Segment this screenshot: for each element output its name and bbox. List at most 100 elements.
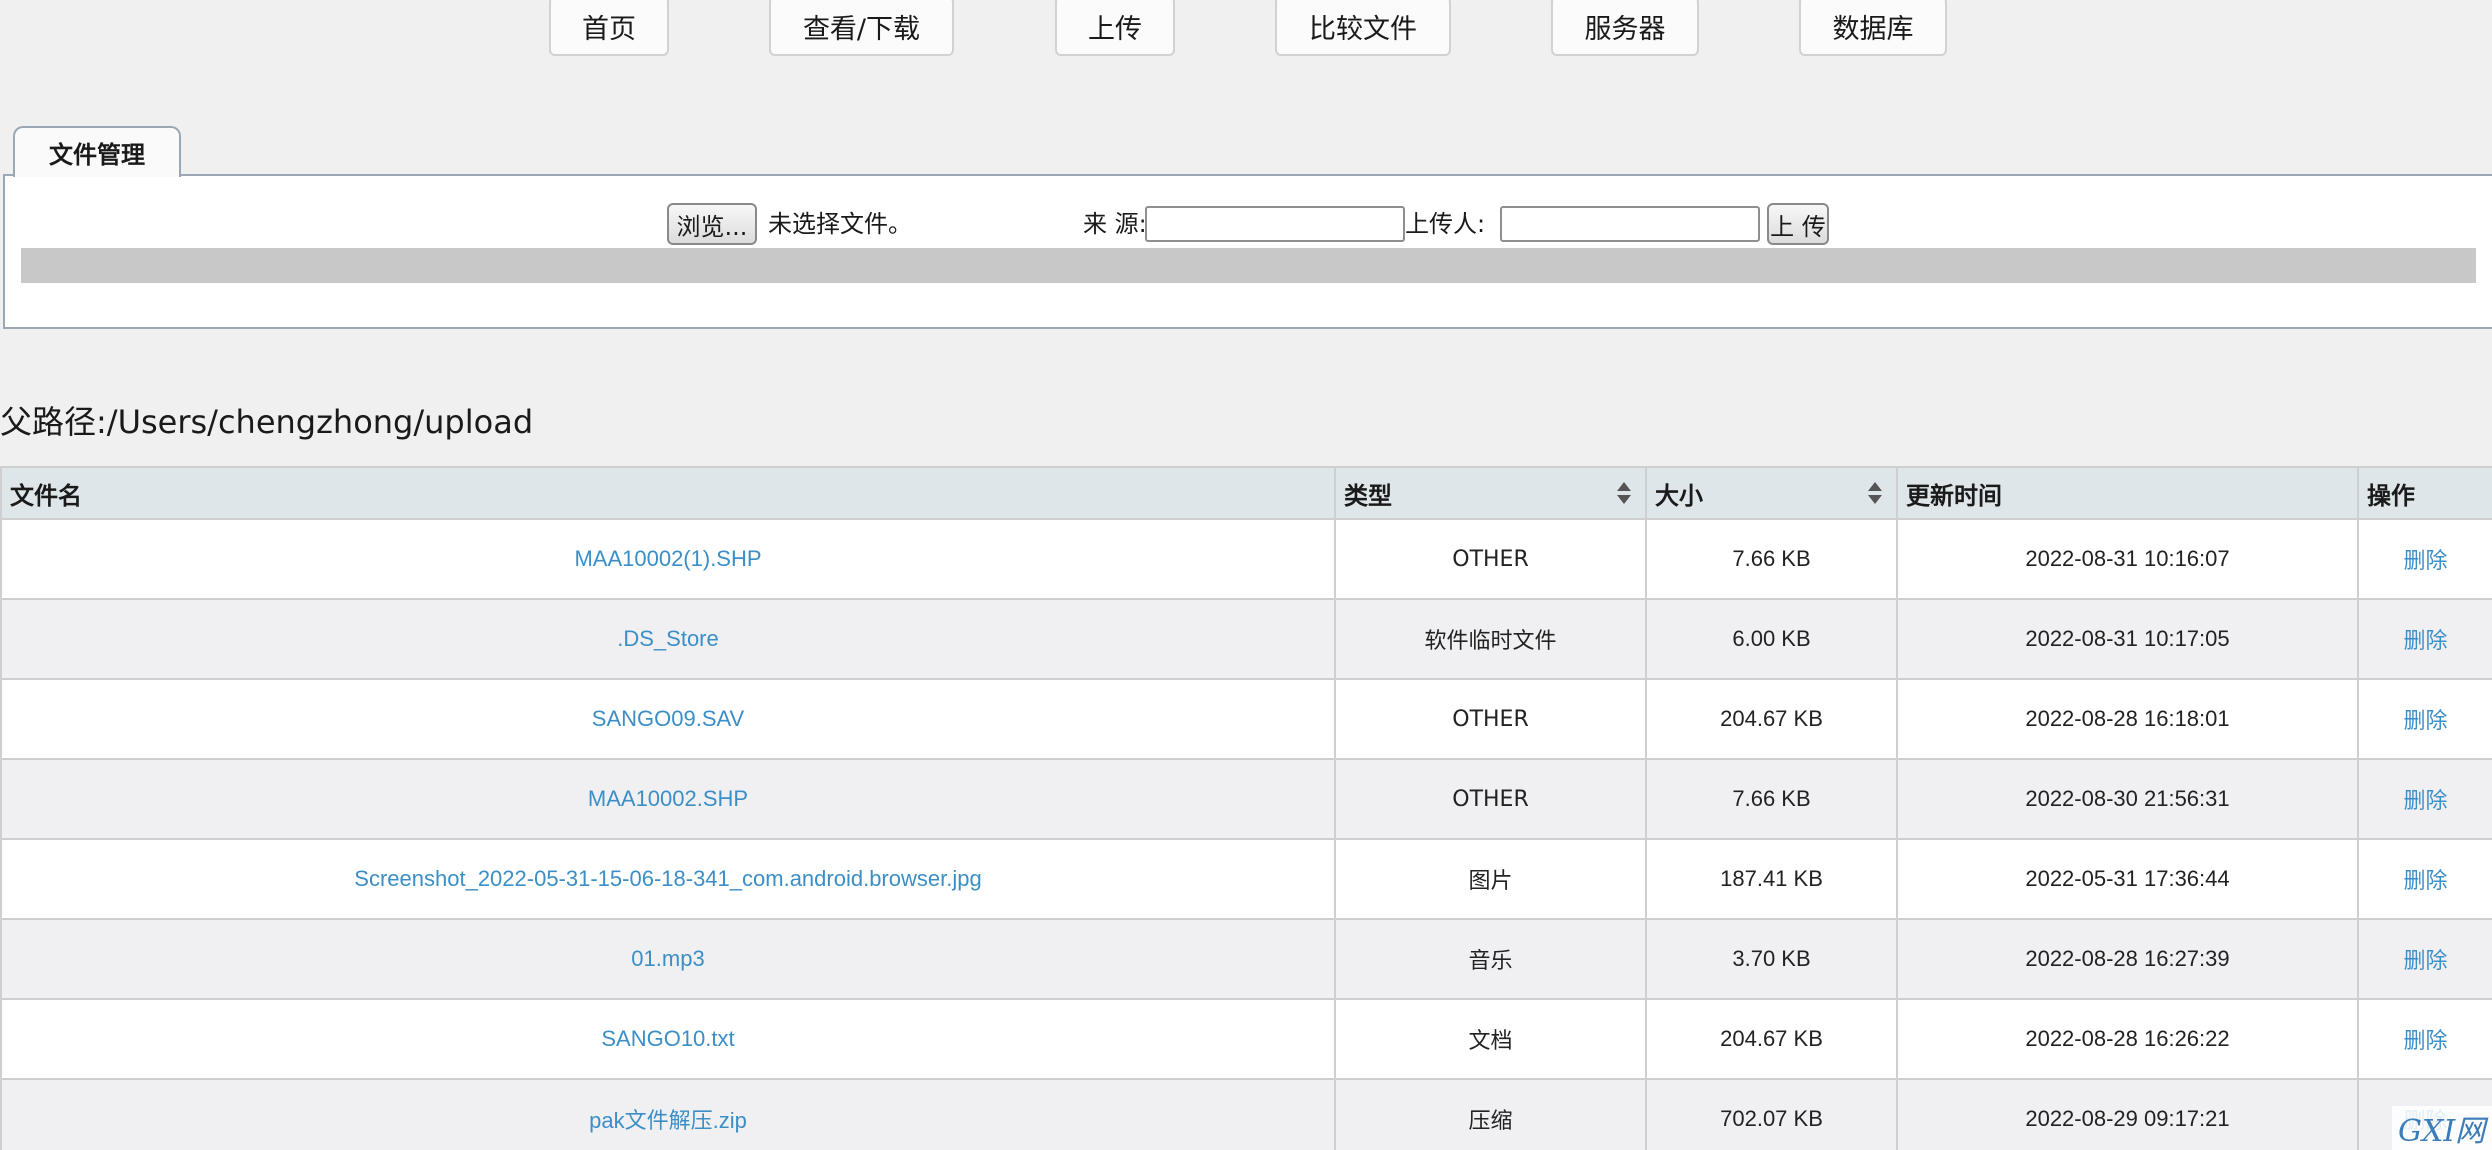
file-size-cell: 6.00 KB: [1732, 626, 1811, 651]
delete-cell: 删除: [2357, 918, 2492, 1000]
file-updated-cell: 2022-08-31 10:17:05: [2025, 626, 2230, 651]
delete-link[interactable]: 删除: [2403, 949, 2447, 974]
upload-progress-bar: [21, 248, 2476, 283]
file-name-link[interactable]: SANGO10.txt: [601, 1026, 734, 1051]
col-header-size[interactable]: 大小: [1645, 466, 1898, 520]
nav-home-button[interactable]: 首页: [549, 0, 669, 56]
file-type-cell: 文档: [1468, 1029, 1513, 1054]
file-name-cell: 01.mp3: [0, 918, 1336, 1000]
table-row: Screenshot_2022-05-31-15-06-18-341_com.a…: [0, 838, 2492, 920]
file-name-cell: MAA10002.SHP: [0, 758, 1336, 840]
table-header-row: 文件名 类型 大小 更新时间 操作: [0, 466, 2492, 520]
nav-server-button[interactable]: 服务器: [1551, 0, 1699, 56]
delete-link[interactable]: 删除: [2403, 709, 2447, 734]
file-updated-cell: 2022-08-29 09:17:21: [1896, 1078, 2359, 1150]
file-name-cell: .DS_Store: [0, 598, 1336, 680]
delete-link[interactable]: 删除: [2403, 869, 2447, 894]
file-name-cell: SANGO09.SAV: [0, 678, 1336, 760]
col-header-updated: 更新时间: [1896, 466, 2359, 520]
file-updated-cell: 2022-05-31 17:36:44: [1896, 838, 2359, 920]
file-name-link[interactable]: 01.mp3: [631, 946, 704, 971]
file-updated-cell: 2022-08-28 16:18:01: [1896, 678, 2359, 760]
file-updated-cell: 2022-08-28 16:27:39: [1896, 918, 2359, 1000]
file-size-cell: 7.66 KB: [1732, 786, 1811, 811]
col-header-name: 文件名: [0, 466, 1336, 520]
col-header-action: 操作: [2357, 466, 2492, 520]
file-name-link[interactable]: MAA10002.SHP: [588, 786, 748, 811]
upload-submit-button[interactable]: 上 传: [1767, 203, 1829, 245]
tab-file-management[interactable]: 文件管理: [13, 126, 181, 177]
sort-icon[interactable]: [1617, 482, 1631, 504]
file-updated-cell: 2022-08-28 16:27:39: [2025, 946, 2230, 971]
source-label: 来 源:: [1083, 210, 1147, 238]
file-updated-cell: 2022-08-31 10:17:05: [1896, 598, 2359, 680]
file-name-link[interactable]: .DS_Store: [617, 626, 719, 651]
delete-link[interactable]: 删除: [2403, 549, 2447, 574]
file-type-cell: OTHER: [1334, 518, 1647, 600]
nav-upload-button[interactable]: 上传: [1055, 0, 1175, 56]
file-type-cell: OTHER: [1452, 786, 1529, 812]
file-size-cell: 702.07 KB: [1720, 1106, 1823, 1131]
file-name-link[interactable]: Screenshot_2022-05-31-15-06-18-341_com.a…: [354, 866, 981, 891]
files-table: 文件名 类型 大小 更新时间 操作 MAA10002(1).SHP OTHER 7.…: [0, 466, 2492, 1150]
file-size-cell: 204.67 KB: [1720, 706, 1823, 731]
file-type-cell: 音乐: [1468, 949, 1513, 974]
file-size-cell: 3.70 KB: [1732, 946, 1811, 971]
file-type-cell: 压缩: [1468, 1109, 1513, 1134]
file-type-cell: OTHER: [1452, 706, 1529, 732]
file-name-link[interactable]: MAA10002(1).SHP: [574, 546, 761, 571]
delete-link[interactable]: 删除: [2403, 789, 2447, 814]
file-updated-cell: 2022-08-31 10:16:07: [2025, 546, 2230, 571]
browse-button[interactable]: 浏览...: [667, 203, 757, 245]
file-updated-cell: 2022-08-28 16:18:01: [2025, 706, 2230, 731]
nav-database-button[interactable]: 数据库: [1799, 0, 1947, 56]
sort-icon[interactable]: [1868, 482, 1882, 504]
file-size-cell: 187.41 KB: [1720, 866, 1823, 891]
uploader-label: 上传人:: [1405, 210, 1486, 238]
file-updated-cell: 2022-08-28 16:26:22: [1896, 998, 2359, 1080]
file-size-cell: 702.07 KB: [1645, 1078, 1898, 1150]
delete-cell: 删除: [2357, 678, 2492, 760]
table-row: pak文件解压.zip 压缩 702.07 KB 2022-08-29 09:17:2…: [0, 1078, 2492, 1150]
delete-cell: 删除: [2357, 838, 2492, 920]
nav-view-download-button[interactable]: 查看/下载: [769, 0, 954, 56]
file-type-cell: 音乐: [1334, 918, 1647, 1000]
file-name-cell: Screenshot_2022-05-31-15-06-18-341_com.a…: [0, 838, 1336, 920]
file-type-cell: 图片: [1334, 838, 1647, 920]
uploader-input[interactable]: [1500, 206, 1760, 242]
file-size-cell: 7.66 KB: [1645, 758, 1898, 840]
file-type-cell: 压缩: [1334, 1078, 1647, 1150]
file-size-cell: 187.41 KB: [1645, 838, 1898, 920]
watermark-logo: GXI网: [2392, 1106, 2492, 1150]
file-size-cell: 7.66 KB: [1732, 546, 1811, 571]
file-size-cell: 204.67 KB: [1645, 678, 1898, 760]
source-input[interactable]: [1145, 206, 1405, 242]
col-header-type[interactable]: 类型: [1334, 466, 1647, 520]
app-root: 首页 查看/下载 上传 比较文件 服务器 数据库 文件管理 浏览... 未选择文…: [0, 0, 2492, 1150]
delete-cell: 删除: [2357, 998, 2492, 1080]
file-status-text: 未选择文件。: [768, 210, 912, 238]
file-updated-cell: 2022-08-30 21:56:31: [2025, 786, 2230, 811]
file-updated-cell: 2022-08-30 21:56:31: [1896, 758, 2359, 840]
table-row: MAA10002.SHP OTHER 7.66 KB 2022-08-30 21:56…: [0, 758, 2492, 840]
file-updated-cell: 2022-08-29 09:17:21: [2025, 1106, 2230, 1131]
file-size-cell: 204.67 KB: [1720, 1026, 1823, 1051]
nav-compare-files-button[interactable]: 比较文件: [1275, 0, 1451, 56]
file-updated-cell: 2022-08-31 10:16:07: [1896, 518, 2359, 600]
file-name-link[interactable]: SANGO09.SAV: [592, 706, 744, 731]
file-name-cell: pak文件解压.zip: [0, 1078, 1336, 1150]
delete-cell: 删除: [2357, 598, 2492, 680]
parent-path: 父路径:/Users/chengzhong/upload: [0, 403, 534, 441]
file-type-cell: 图片: [1468, 869, 1513, 894]
delete-link[interactable]: 删除: [2403, 629, 2447, 654]
file-name-link[interactable]: pak文件解压.zip: [589, 1108, 747, 1133]
delete-cell: 删除: [2357, 758, 2492, 840]
file-name-cell: SANGO10.txt: [0, 998, 1336, 1080]
file-size-cell: 7.66 KB: [1645, 518, 1898, 600]
file-type-cell: 软件临时文件: [1334, 598, 1647, 680]
file-size-cell: 3.70 KB: [1645, 918, 1898, 1000]
delete-link[interactable]: 删除: [2403, 1029, 2447, 1054]
table-row: MAA10002(1).SHP OTHER 7.66 KB 2022-08-31 10…: [0, 518, 2492, 600]
file-type-cell: 文档: [1334, 998, 1647, 1080]
table-body: MAA10002(1).SHP OTHER 7.66 KB 2022-08-31 10…: [0, 518, 2492, 1150]
